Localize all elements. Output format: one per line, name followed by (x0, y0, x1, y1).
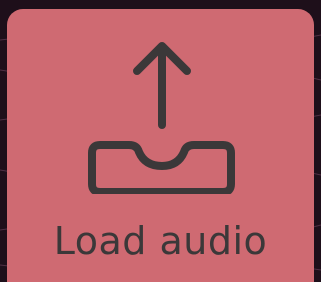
load-audio-button[interactable]: Load audio (7, 9, 314, 282)
upload-tray (88, 141, 235, 194)
upload-tray-strokes (88, 42, 235, 194)
upload-tray-icon (88, 42, 235, 194)
load-audio-label: Load audio (53, 219, 268, 263)
